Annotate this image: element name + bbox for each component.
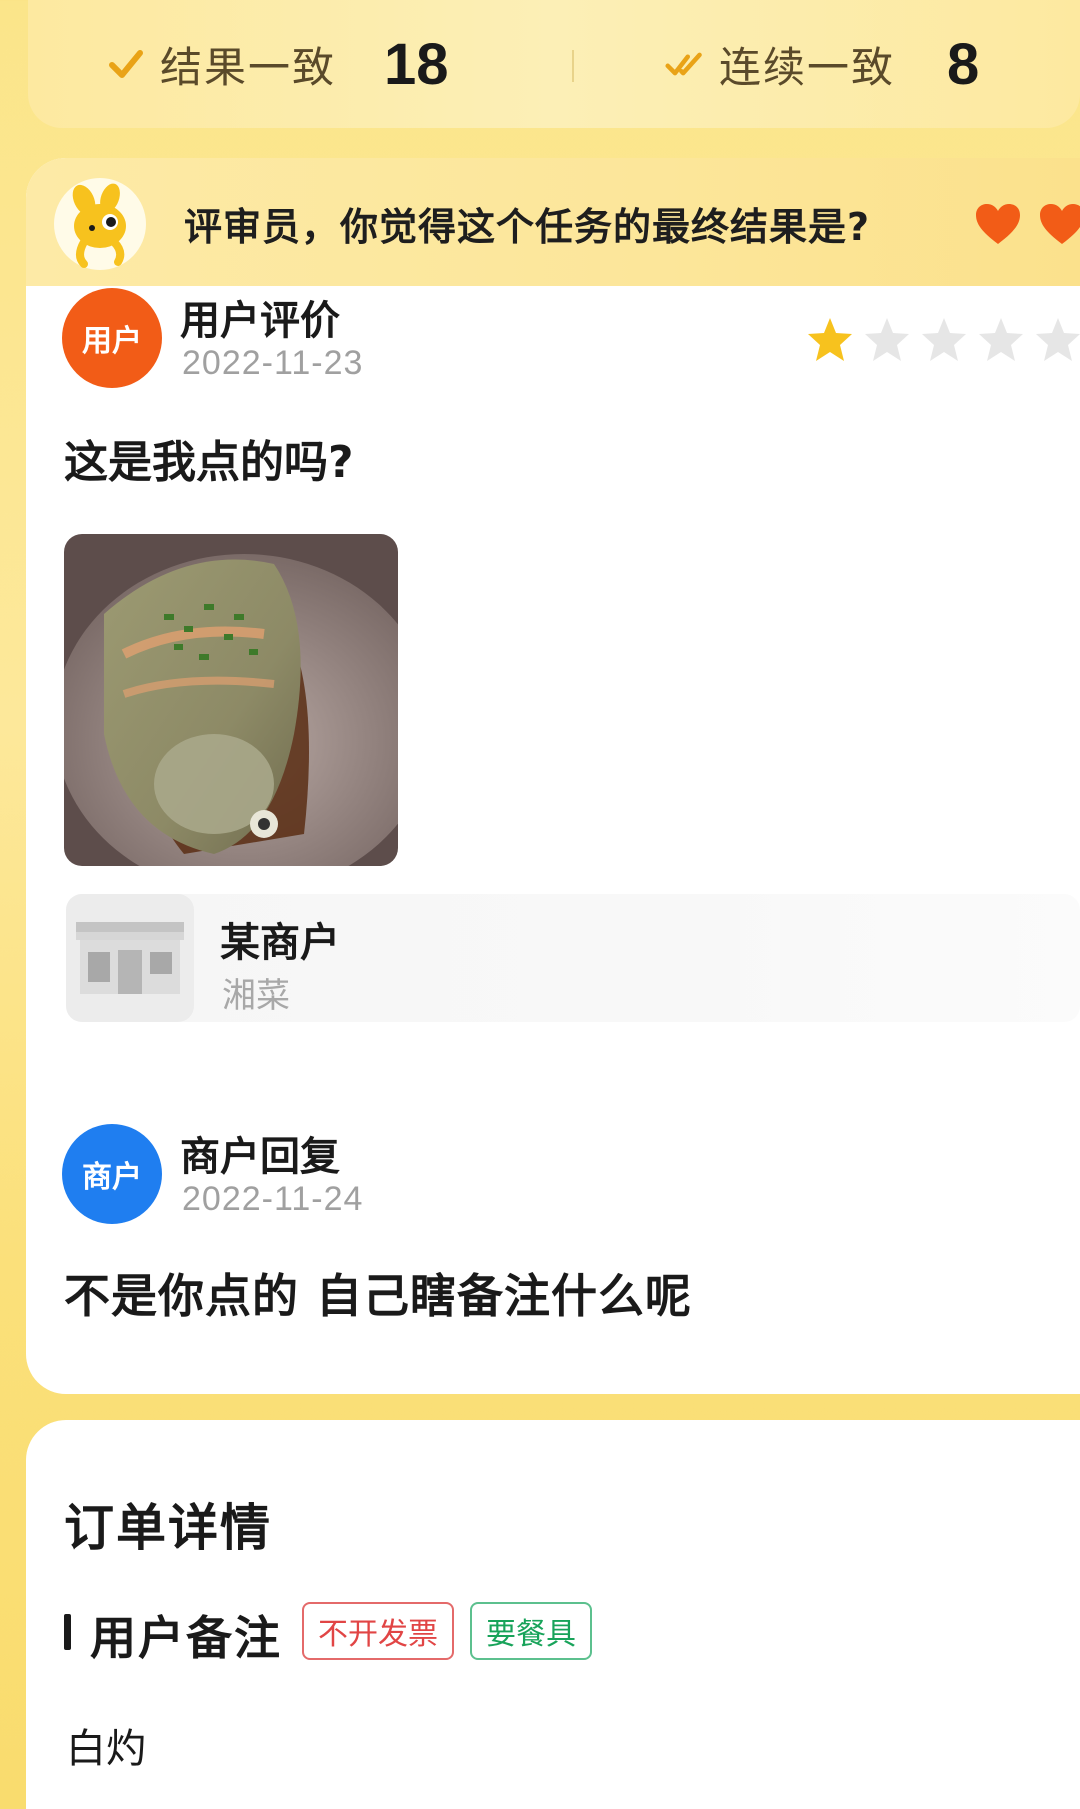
shop-name: 某商户 — [220, 920, 340, 966]
stat-consistent-value: 18 — [384, 31, 449, 97]
stat-streak-label: 连续一致 — [719, 42, 896, 92]
tag-no-invoice: 不开发票 — [302, 1602, 454, 1660]
stat-streak: 连续一致 8 — [665, 0, 979, 128]
check-icon — [109, 50, 143, 78]
storefront-icon — [66, 894, 194, 1022]
double-check-icon — [665, 52, 702, 76]
user-note-text: 白灼 — [66, 1726, 146, 1772]
stat-divider — [572, 50, 574, 82]
rating-stars — [806, 316, 1080, 362]
star-empty-icon — [1036, 318, 1080, 361]
fish-dish-photo[interactable] — [64, 534, 398, 866]
question-banner: 评审员，你觉得这个任务的最终结果是? — [26, 158, 1080, 286]
merchant-avatar: 商户 — [62, 1124, 162, 1224]
merchant-reply-text: 不是你点的 自己瞎备注什么呢 — [64, 1269, 693, 1323]
merchant-reply-date: 2022-11-24 — [182, 1180, 364, 1218]
star-filled-icon — [808, 318, 852, 361]
heart-icon — [1040, 204, 1080, 244]
mascot-icon — [54, 178, 146, 270]
shop-info[interactable]: 某商户 湘菜 — [66, 894, 1080, 1022]
star-empty-icon — [922, 318, 966, 361]
user-review-text: 这是我点的吗? — [64, 437, 354, 488]
stat-consistent-label: 结果一致 — [160, 42, 337, 92]
star-empty-icon — [979, 318, 1023, 361]
merchant-reply-title: 商户回复 — [180, 1134, 340, 1180]
stats-bar: 结果一致 18 连续一致 8 — [28, 0, 1080, 128]
order-detail-card: 订单详情 用户备注 不开发票 要餐具 白灼 — [26, 1420, 1080, 1809]
star-empty-icon — [865, 318, 909, 361]
user-review-date: 2022-11-23 — [182, 344, 364, 382]
tag-need-utensils: 要餐具 — [470, 1602, 592, 1660]
stat-consistent: 结果一致 18 — [106, 0, 449, 128]
user-review-title: 用户评价 — [180, 298, 340, 344]
order-title: 订单详情 — [64, 1499, 272, 1557]
section-marker — [64, 1614, 71, 1650]
user-note-title: 用户备注 — [90, 1611, 282, 1665]
heart-icon — [976, 204, 1020, 244]
review-card: 评审员，你觉得这个任务的最终结果是? 用户 用户评价 2022-11-23 这是… — [26, 158, 1080, 1394]
stat-streak-value: 8 — [947, 31, 980, 97]
user-avatar: 用户 — [62, 288, 162, 388]
shop-category: 湘菜 — [222, 976, 290, 1016]
question-text: 评审员，你觉得这个任务的最终结果是? — [184, 205, 871, 249]
